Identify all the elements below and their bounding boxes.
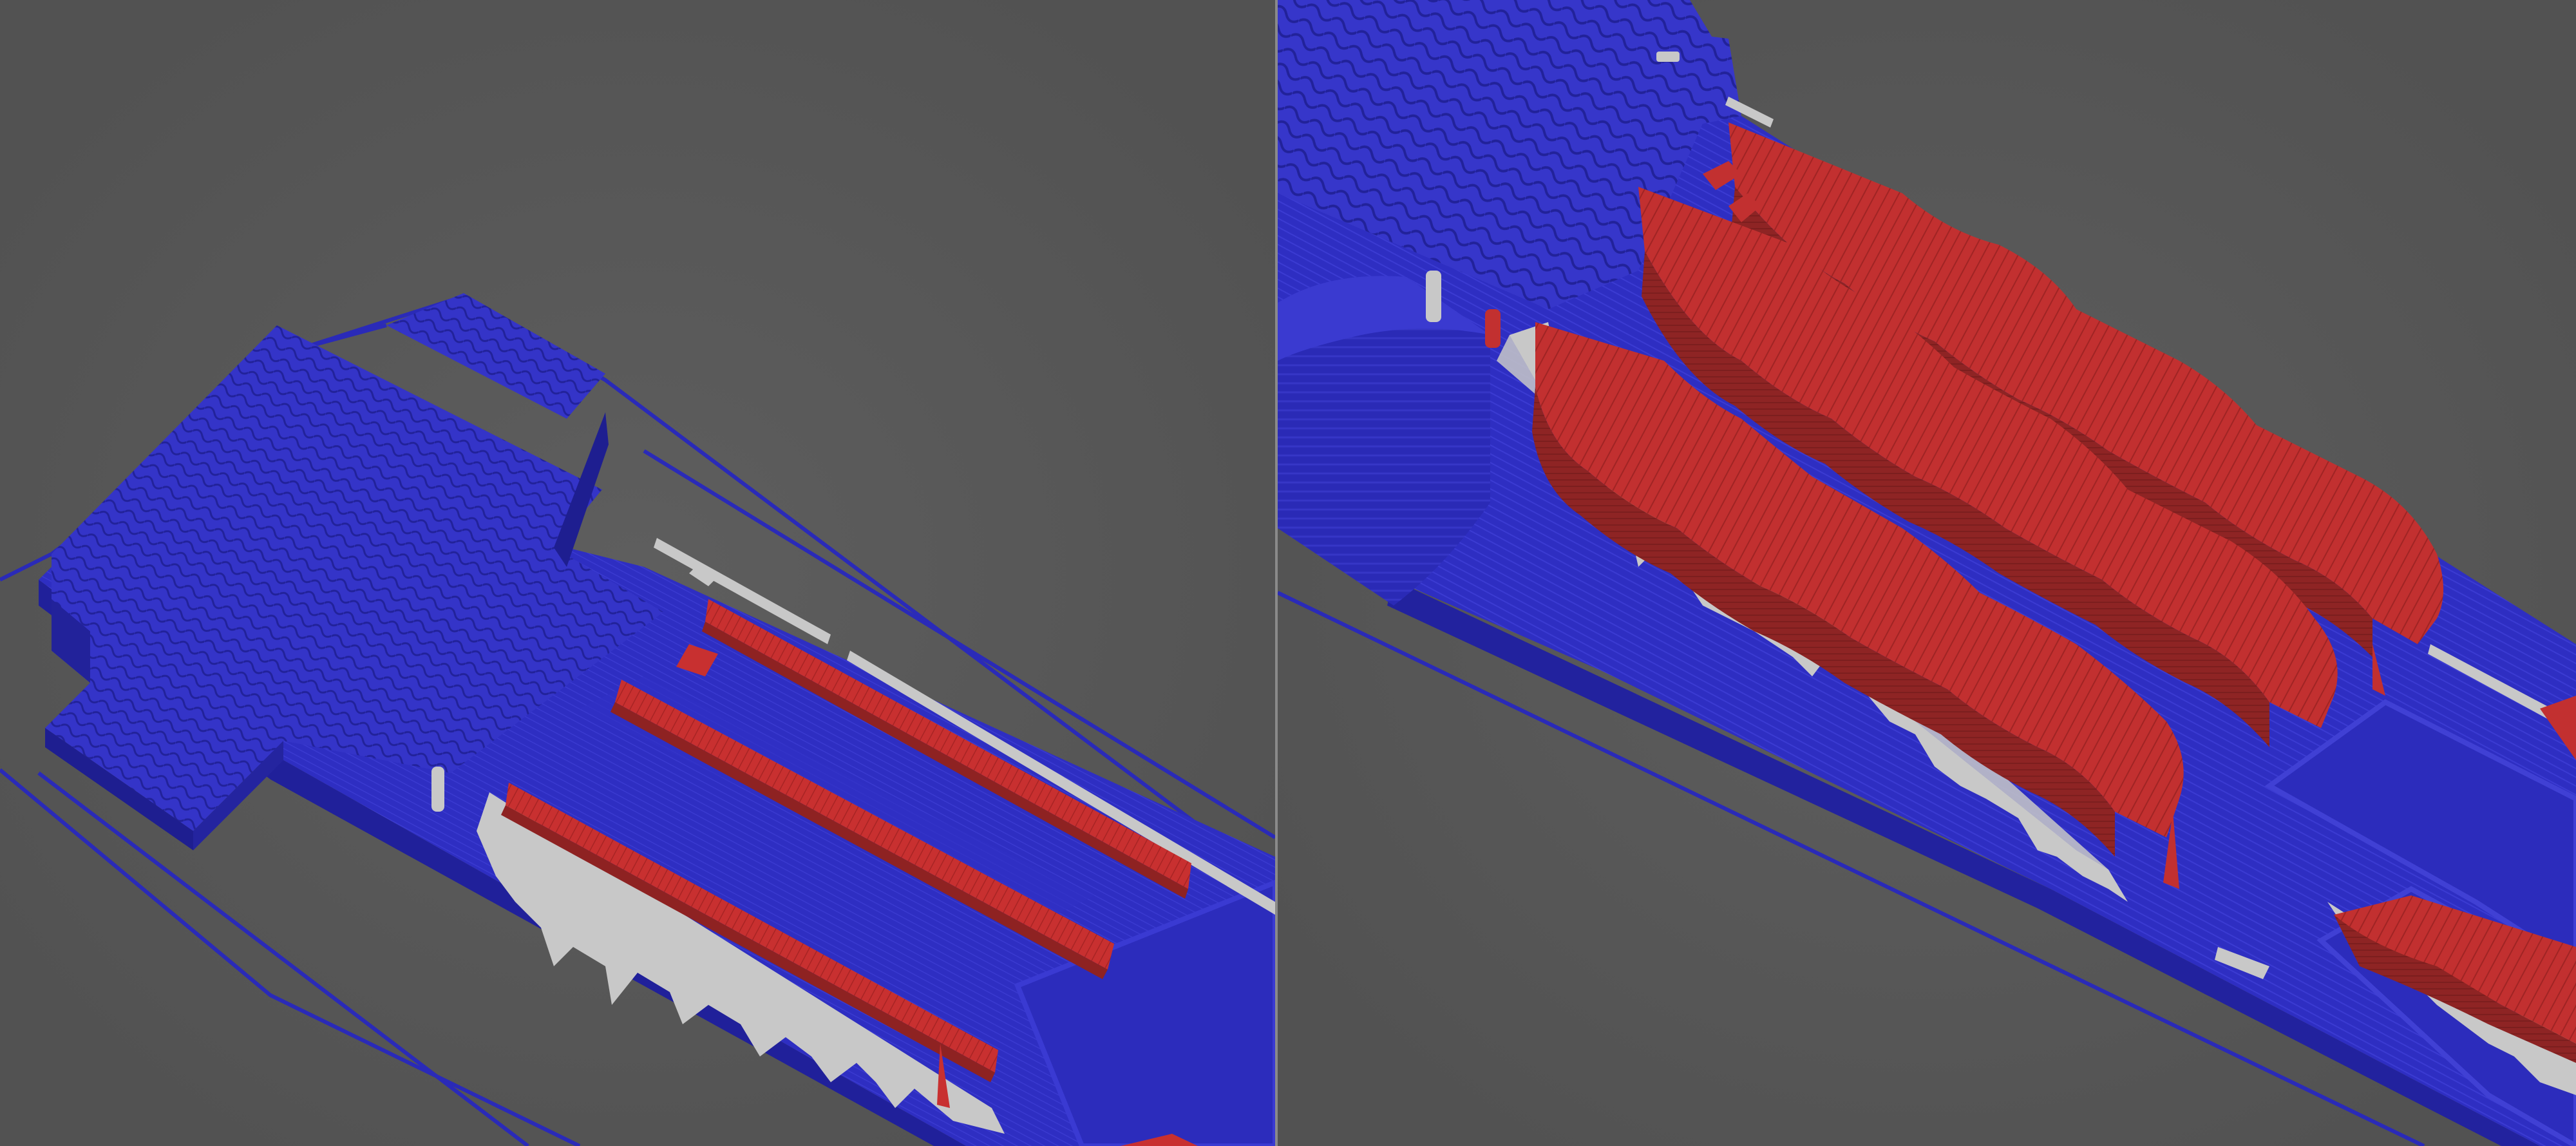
- left-viewport[interactable]: [0, 0, 1275, 1146]
- right-3d-scene[interactable]: [1278, 0, 2576, 1146]
- left-3d-scene[interactable]: [0, 0, 1275, 1146]
- right-viewport[interactable]: [1278, 0, 2576, 1146]
- gcode-preview-stage: [0, 0, 2576, 1146]
